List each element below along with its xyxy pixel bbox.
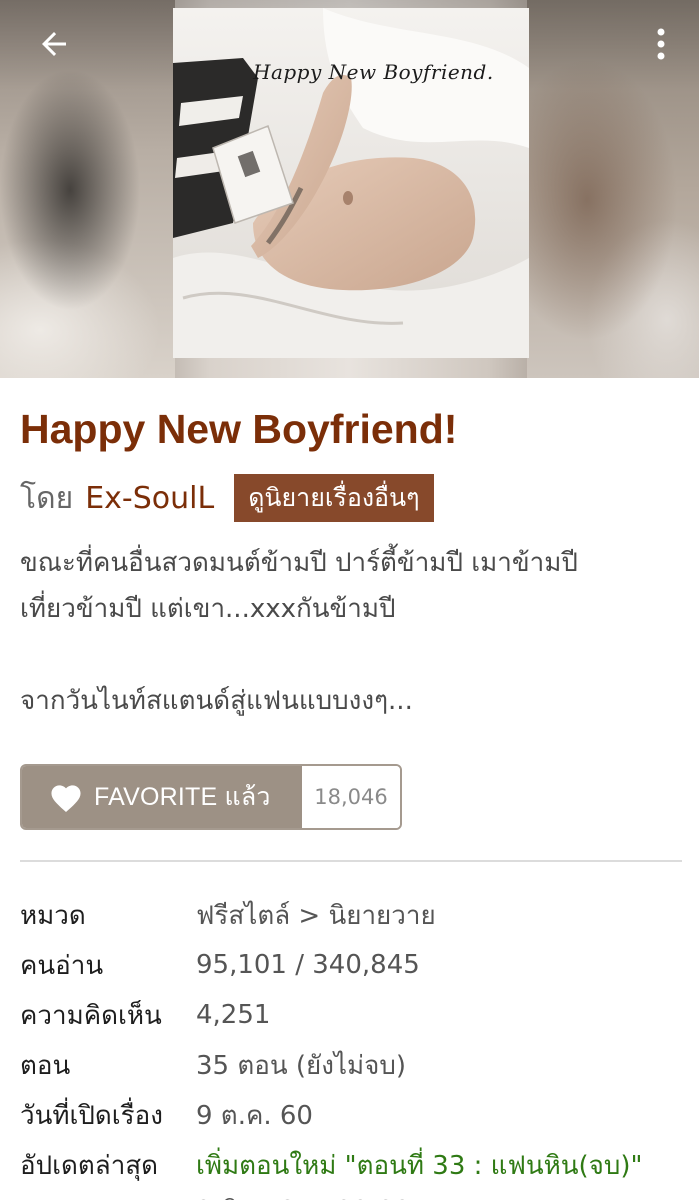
info-label: อัปเดตล่าสุด — [20, 1150, 159, 1181]
more-options-button[interactable] — [643, 20, 679, 68]
arrow-left-icon — [42, 32, 66, 56]
back-button[interactable] — [30, 20, 78, 68]
info-row-update-time: 2 มิ.ย. 61 / 22:22 — [20, 1190, 699, 1200]
info-label: หมวด — [20, 900, 86, 931]
favorite-button[interactable]: FAVORITE แล้ว — [22, 766, 302, 828]
info-table: หมวด ฟรีสไตล์ > นิยายวาย คนอ่าน 95,101 /… — [20, 890, 699, 1200]
latest-chapter-link[interactable]: เพิ่มตอนใหม่ "ตอนที่ 33 : แฟนหิน(จบ)" — [196, 1145, 643, 1186]
favorite-group: FAVORITE แล้ว 18,046 — [20, 764, 402, 830]
synopsis-line: เที่ยวข้ามปี แต่เขา...xxxกันข้ามปี — [20, 594, 396, 624]
synopsis-line: จากวันไนท์สแตนด์สู่แฟนแบบงงๆ... — [20, 686, 413, 716]
author-name-link[interactable]: Ex-SoulL — [85, 481, 214, 516]
info-value: 4,251 — [196, 1000, 271, 1030]
info-value: 95,101 / 340,845 — [196, 950, 420, 980]
favorite-label: FAVORITE แล้ว — [94, 783, 271, 811]
category-link[interactable]: ฟรีสไตล์ > นิยายวาย — [196, 895, 436, 936]
info-label: ตอน — [20, 1050, 71, 1081]
favorite-count: 18,046 — [302, 766, 400, 828]
cover-title-text: Happy New Boyfriend. — [253, 60, 494, 84]
info-row-open-date: วันที่เปิดเรื่อง 9 ต.ค. 60 — [20, 1090, 699, 1140]
info-label: คนอ่าน — [20, 950, 104, 981]
info-label: วันที่เปิดเรื่อง — [20, 1100, 163, 1131]
story-title: Happy New Boyfriend! — [20, 406, 458, 452]
synopsis-blank-line — [20, 632, 682, 678]
author-row: โดย Ex-SoulL ดูนิยายเรื่องอื่นๆ — [20, 474, 434, 522]
by-label: โดย — [20, 480, 74, 516]
info-row-readers: คนอ่าน 95,101 / 340,845 — [20, 940, 699, 990]
more-vertical-icon — [657, 28, 665, 60]
info-value: 35 ตอน (ยังไม่จบ) — [196, 1050, 407, 1081]
info-row-last-update: อัปเดตล่าสุด เพิ่มตอนใหม่ "ตอนที่ 33 : แ… — [20, 1140, 699, 1190]
info-row-chapters: ตอน 35 ตอน (ยังไม่จบ) — [20, 1040, 699, 1090]
info-label: ความคิดเห็น — [20, 1000, 162, 1031]
info-value: 9 ต.ค. 60 — [196, 1100, 313, 1131]
info-row-comments: ความคิดเห็น 4,251 — [20, 990, 699, 1040]
cover-image: Happy New Boyfriend. — [173, 8, 529, 358]
info-row-category: หมวด ฟรีสไตล์ > นิยายวาย — [20, 890, 699, 940]
divider — [20, 860, 682, 862]
update-timestamp: 2 มิ.ย. 61 / 22:22 — [196, 1190, 411, 1200]
cover-header: Happy New Boyfriend. — [0, 0, 699, 378]
heart-icon — [51, 785, 81, 813]
synopsis: ขณะที่คนอื่นสวดมนต์ข้ามปี ปาร์ตี้ข้ามปี … — [20, 540, 682, 724]
other-stories-button[interactable]: ดูนิยายเรื่องอื่นๆ — [234, 474, 434, 522]
synopsis-line: ขณะที่คนอื่นสวดมนต์ข้ามปี ปาร์ตี้ข้ามปี … — [20, 548, 578, 578]
